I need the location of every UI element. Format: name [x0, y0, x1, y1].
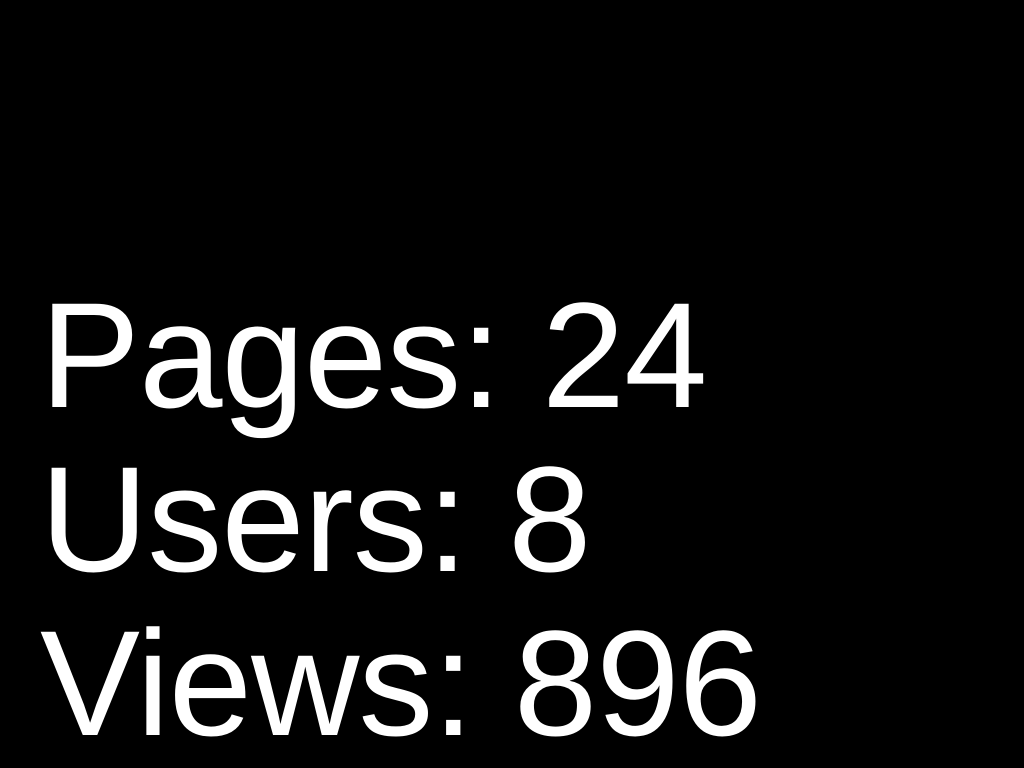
users-value: 8 [508, 435, 591, 603]
pages-label: Pages: [40, 271, 502, 439]
users-label: Users: [40, 435, 468, 603]
users-stat: Users: 8 [40, 437, 761, 601]
views-value: 896 [513, 599, 762, 767]
views-label: Views: [40, 599, 474, 767]
stats-list: Pages: 24 Users: 8 Views: 896 [40, 273, 762, 767]
stats-screen: Pages: 24 Users: 8 Views: 896 [0, 0, 1024, 768]
pages-value: 24 [541, 271, 708, 439]
views-stat: Views: 896 [40, 599, 762, 767]
pages-stat: Pages: 24 [40, 273, 761, 437]
